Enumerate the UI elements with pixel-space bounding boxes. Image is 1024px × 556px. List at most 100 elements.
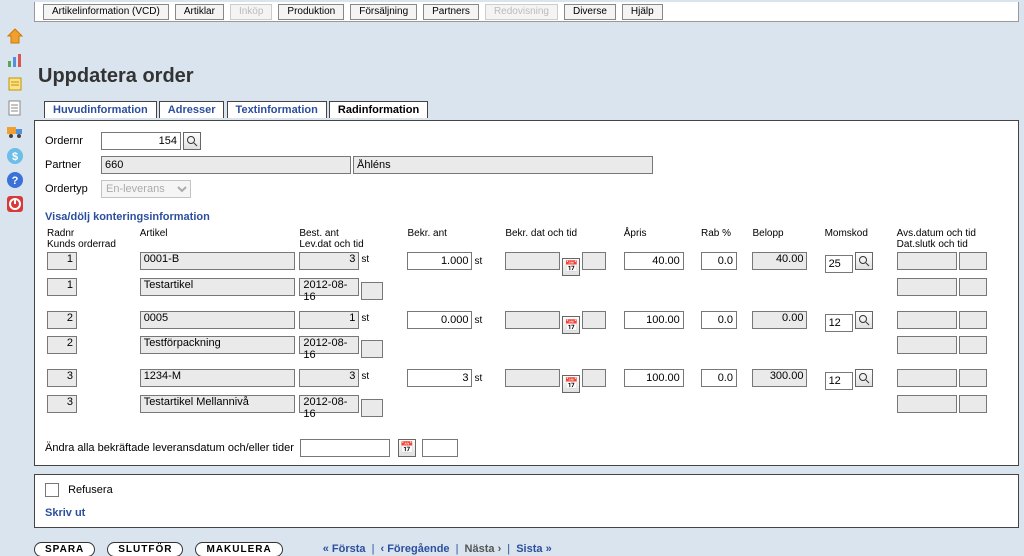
avstid-cell (959, 252, 987, 270)
rail-icon-dollar[interactable]: $ (5, 146, 25, 166)
unit-label: st (361, 371, 369, 382)
moms-input[interactable] (825, 314, 853, 332)
col-momskod: Momskod (823, 227, 895, 251)
toggle-kontering-link[interactable]: Visa/dölj konteringsinformation (45, 211, 1008, 223)
svg-text:$: $ (12, 151, 18, 163)
page-title: Uppdatera order (38, 65, 1019, 88)
bekrant-input[interactable] (407, 311, 472, 329)
menu-diverse[interactable]: Diverse (564, 4, 616, 20)
rail-icon-home[interactable] (5, 26, 25, 46)
moms-input[interactable] (825, 255, 853, 273)
artikel-code-cell: 0005 (140, 311, 296, 329)
ordernr-input[interactable] (101, 132, 181, 150)
unit-label: st (361, 313, 369, 324)
rail-icon-help[interactable]: ? (5, 170, 25, 190)
datslutk-cell (897, 278, 957, 296)
svg-text:?: ? (12, 175, 19, 187)
menu-produktion[interactable]: Produktion (278, 4, 344, 20)
tab-adresser[interactable]: Adresser (159, 101, 225, 118)
page-last-link[interactable]: Sista » (516, 543, 551, 555)
bekrdat-cell (505, 311, 560, 329)
levtid-cell (361, 399, 383, 417)
menu-hjalp[interactable]: Hjälp (622, 4, 663, 20)
menu-forsaljning[interactable]: Försäljning (350, 4, 417, 20)
apris-input[interactable] (624, 252, 684, 270)
bestant-cell: 3 (299, 252, 359, 270)
paging-nav: « Första | ‹ Föregående | Nästa › | Sist… (323, 543, 552, 555)
bekrtid-cell (582, 252, 606, 270)
slutfor-button[interactable]: SLUTFÖR (107, 542, 183, 556)
datslutk-cell (897, 336, 957, 354)
tab-strip: Huvudinformation Adresser Textinformatio… (34, 100, 1019, 120)
refusera-label: Refusera (68, 483, 113, 495)
tab-huvudinformation[interactable]: Huvudinformation (44, 101, 157, 118)
menu-artikelinfo[interactable]: Artikelinformation (VCD) (43, 4, 169, 20)
datslutk-tid-cell (959, 336, 987, 354)
tab-radinformation[interactable]: Radinformation (329, 101, 428, 118)
rab-input[interactable] (701, 369, 737, 387)
moms-input[interactable] (825, 372, 853, 390)
moms-search-icon[interactable] (855, 252, 873, 270)
makulera-button[interactable]: MAKULERA (195, 542, 282, 556)
artikel-name-cell: Testartikel (140, 278, 296, 296)
ordertyp-label: Ordertyp (45, 183, 101, 195)
radnr-cell: 2 (47, 311, 77, 329)
moms-search-icon[interactable] (855, 311, 873, 329)
page-prev-link[interactable]: ‹ Föregående (380, 543, 449, 555)
skriv-ut-link[interactable]: Skriv ut (45, 507, 85, 519)
artikel-name-cell: Testartikel Mellannivå (140, 395, 296, 413)
rab-input[interactable] (701, 252, 737, 270)
bekrant-input[interactable] (407, 369, 472, 387)
bulk-date-label: Ändra alla bekräftade leveransdatum och/… (45, 442, 294, 454)
ordernr-search-icon[interactable] (183, 132, 201, 150)
rab-input[interactable] (701, 311, 737, 329)
artikel-code-cell: 0001-B (140, 252, 296, 270)
bekrant-input[interactable] (407, 252, 472, 270)
ordernr-label: Ordernr (45, 135, 101, 147)
levdat-cell: 2012-08-16 (299, 278, 359, 296)
rail-icon-doc[interactable] (5, 98, 25, 118)
col-artikel: Artikel (138, 227, 298, 251)
rail-icon-truck[interactable] (5, 122, 25, 142)
col-radnr: Radnr Kunds orderrad (45, 227, 138, 251)
refusera-checkbox[interactable] (45, 483, 59, 497)
menu-partners[interactable]: Partners (423, 4, 479, 20)
kunds-orderrad-cell: 1 (47, 278, 77, 296)
table-row: 3 1234-M 3st st 📅 300.00 (45, 368, 1008, 394)
col-bestant: Best. ant Lev.dat och tid (297, 227, 405, 251)
top-menu-bar: Artikelinformation (VCD) Artiklar Inköp … (34, 2, 1019, 22)
radnr-cell: 1 (47, 252, 77, 270)
rail-icon-chart[interactable] (5, 50, 25, 70)
kunds-orderrad-cell: 3 (47, 395, 77, 413)
bulk-date-input[interactable] (300, 439, 390, 457)
table-row: 3 Testartikel Mellannivå 2012-08-16 (45, 394, 1008, 421)
menu-artiklar[interactable]: Artiklar (175, 4, 224, 20)
calendar-icon[interactable]: 📅 (562, 316, 580, 334)
tab-textinformation[interactable]: Textinformation (227, 101, 327, 118)
unit-label: st (474, 315, 482, 326)
bulk-time-input[interactable] (422, 439, 458, 457)
table-row: 2 Testförpackning 2012-08-16 (45, 335, 1008, 362)
calendar-icon[interactable]: 📅 (562, 375, 580, 393)
levtid-cell (361, 282, 383, 300)
ordertyp-select: En-leverans (101, 180, 191, 198)
avstid-cell (959, 369, 987, 387)
apris-input[interactable] (624, 311, 684, 329)
artikel-code-cell: 1234-M (140, 369, 296, 387)
datslutk-cell (897, 395, 957, 413)
rail-icon-note[interactable] (5, 74, 25, 94)
datslutk-tid-cell (959, 395, 987, 413)
spara-button[interactable]: SPARA (34, 542, 95, 556)
left-icon-rail: $ ? (0, 0, 30, 556)
moms-search-icon[interactable] (855, 369, 873, 387)
menu-redovisning: Redovisning (485, 4, 558, 20)
col-avsdatum: Avs.datum och tid Dat.slutk och tid (895, 227, 1008, 251)
refusera-panel: Refusera Skriv ut (34, 474, 1019, 528)
page-first-link[interactable]: « Första (323, 543, 366, 555)
calendar-icon[interactable]: 📅 (562, 258, 580, 276)
calendar-icon[interactable]: 📅 (398, 439, 416, 457)
apris-input[interactable] (624, 369, 684, 387)
rail-icon-power[interactable] (5, 194, 25, 214)
bekrdat-cell (505, 369, 560, 387)
kunds-orderrad-cell: 2 (47, 336, 77, 354)
